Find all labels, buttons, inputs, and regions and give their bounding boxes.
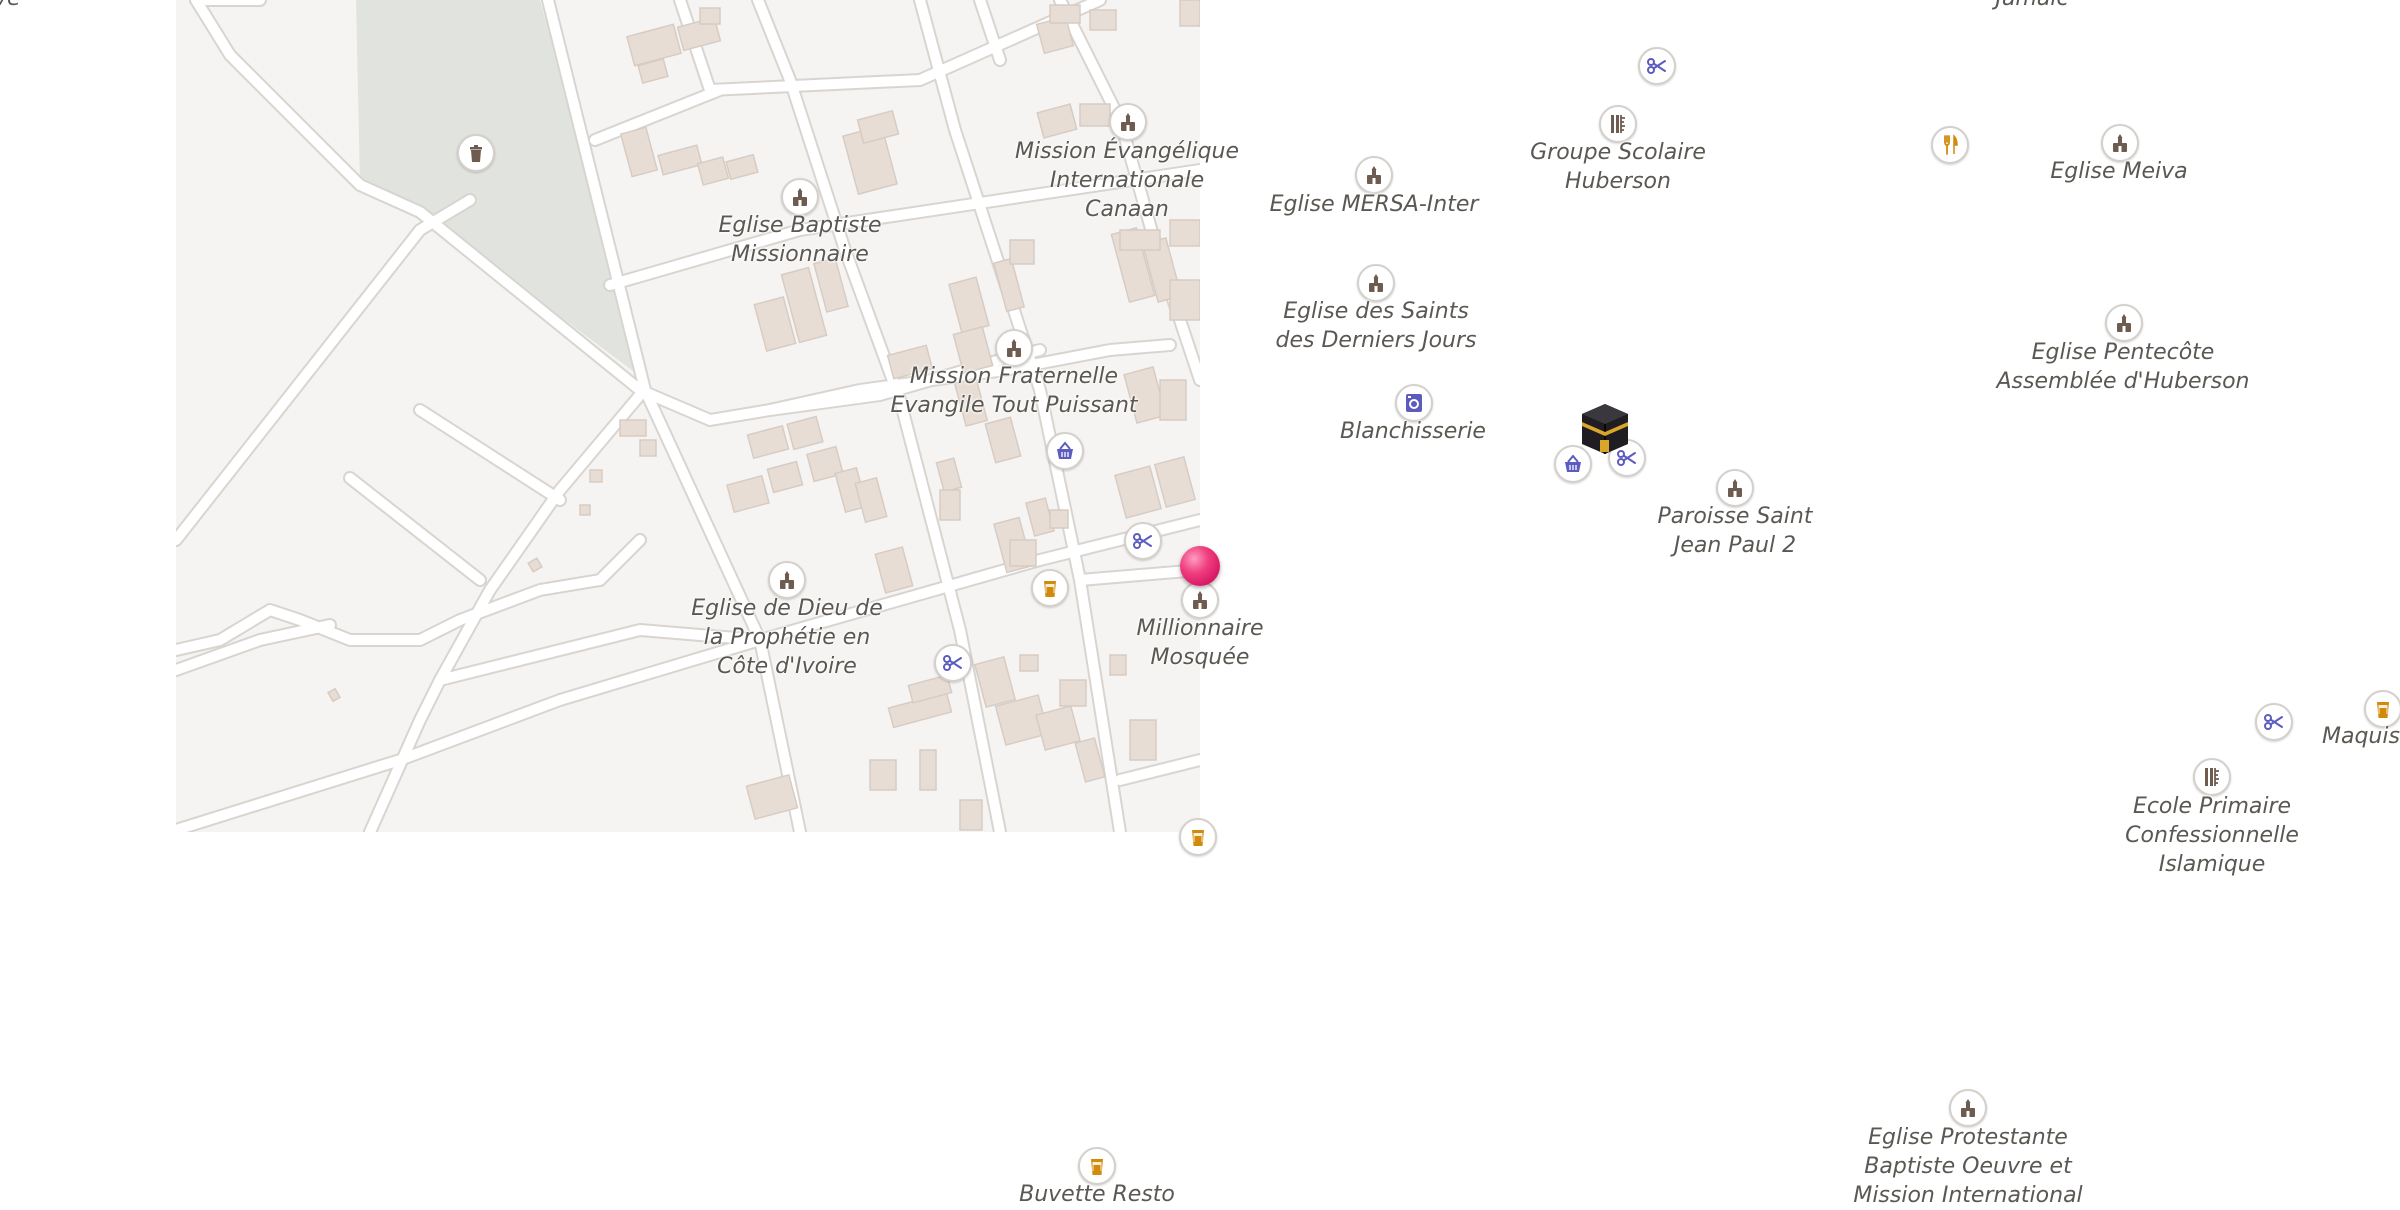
poi-label-mission-evangelique[interactable]: Mission Évangélique Internationale Canaa… — [1015, 137, 1239, 224]
poi-label: Jamaic — [1995, 0, 2068, 13]
poi-label: ve — [0, 0, 21, 13]
poi-label-maquis[interactable]: Maquis — [2322, 722, 2400, 751]
poi-label-eglise-baptiste[interactable]: Eglise Baptiste Missionnaire — [719, 211, 882, 269]
location-pin-marker[interactable] — [1180, 546, 1220, 586]
poi-label-eglise-protestante[interactable]: Eglise Protestante Baptiste Oeuvre et Mi… — [1853, 1123, 2082, 1210]
poi-label-buvette-resto[interactable]: Buvette Resto — [1019, 1180, 1175, 1209]
poi-label-eglise-saints[interactable]: Eglise des Saints des Derniers Jours — [1276, 297, 1477, 355]
poi-label-millionnaire-mosquee[interactable]: Millionnaire Mosquée — [1137, 614, 1264, 672]
poi-label-mission-fraternelle[interactable]: Mission Fraternelle Evangile Tout Puissa… — [890, 362, 1137, 420]
poi-label-paroisse[interactable]: Paroisse Saint Jean Paul 2 — [1658, 502, 1813, 560]
poi-label-eglise-meiva[interactable]: Eglise Meiva — [2050, 157, 2187, 186]
poi-label-eglise-mersa[interactable]: Eglise MERSA-Inter — [1270, 190, 1479, 219]
poi-label-eglise-dieu[interactable]: Eglise de Dieu de la Prophétie en Côte d… — [691, 594, 883, 681]
poi-label-eglise-pentecote[interactable]: Eglise Pentecôte Assemblée d'Huberson — [1997, 338, 2250, 396]
poi-label-blanchisserie[interactable]: Blanchisserie — [1340, 417, 1486, 446]
poi-label-groupe-scolaire[interactable]: Groupe Scolaire Huberson — [1530, 138, 1706, 196]
kaaba-icon[interactable] — [1576, 400, 1634, 458]
poi-label-ecole-primaire[interactable]: Ecole Primaire Confessionnelle Islamique — [2118, 792, 2306, 879]
